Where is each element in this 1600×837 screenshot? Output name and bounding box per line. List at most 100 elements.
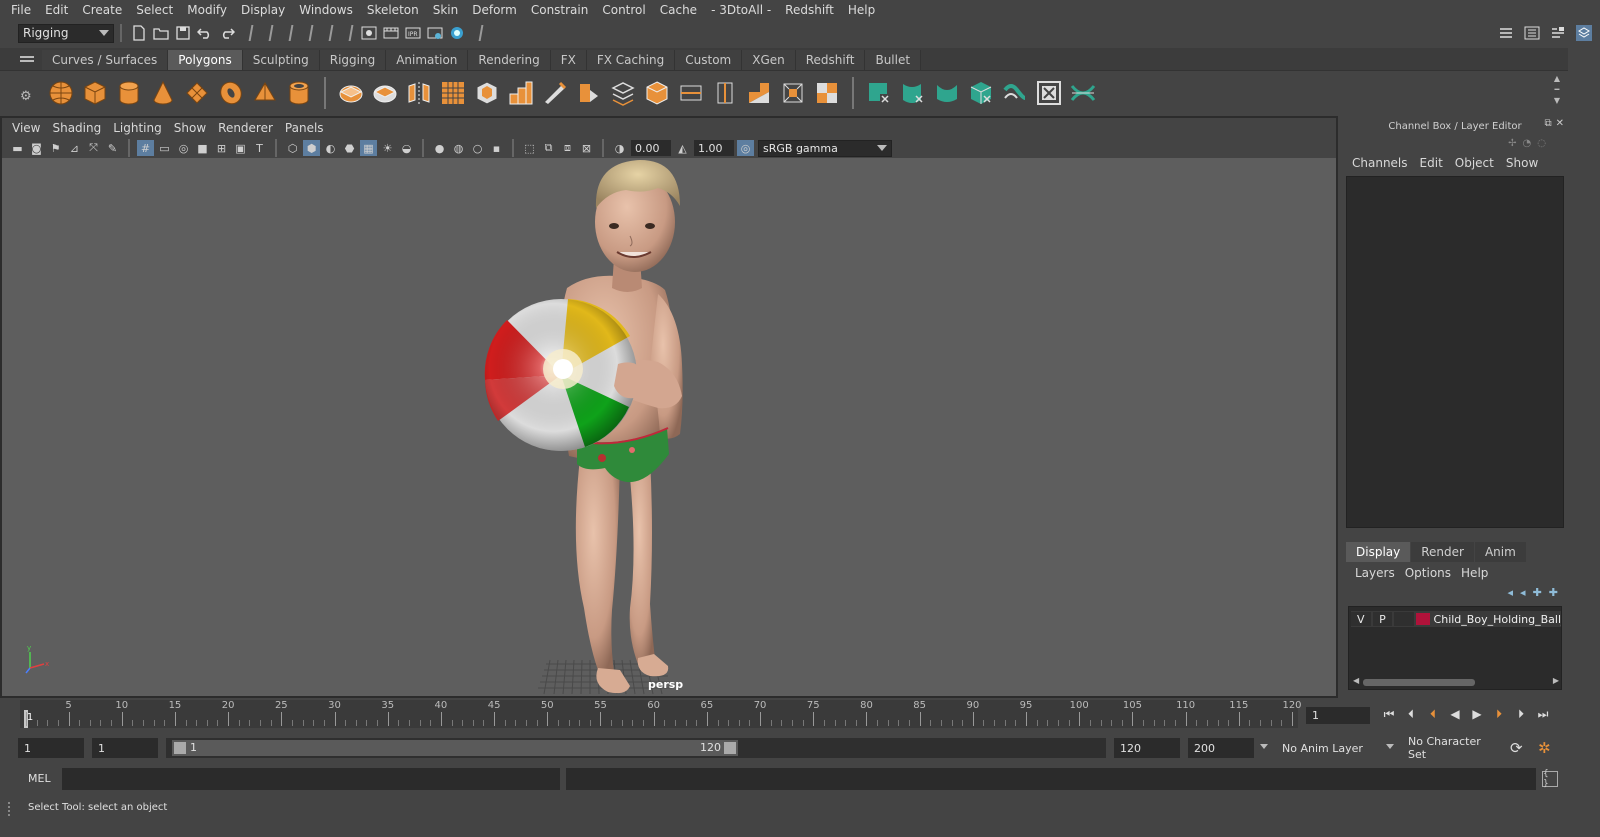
edge-loop-icon[interactable] [812,78,842,108]
shelf-tab-polygons[interactable]: Polygons [168,50,243,70]
section-toggle-icon[interactable] [302,25,314,41]
torus-icon[interactable] [216,78,246,108]
uv-auto-icon[interactable] [966,78,996,108]
play-backwards-icon[interactable]: ◀ [1446,705,1464,723]
gamma-icon[interactable]: ◭ [674,140,691,156]
shelf-tab-rendering[interactable]: Rendering [468,50,551,70]
shelf-tab-bullet[interactable]: Bullet [865,50,922,70]
channel-box-menu-channels[interactable]: Channels [1346,156,1414,170]
menu-create[interactable]: Create [75,0,129,20]
open-scene-icon[interactable] [151,23,171,43]
hypershade-icon[interactable] [447,23,467,43]
combine-icon[interactable] [336,78,366,108]
layer-display-type-toggle[interactable] [1394,612,1414,626]
chevron-right-icon[interactable]: ▶ [1553,676,1559,685]
layer-menu-layers[interactable]: Layers [1350,566,1400,580]
layer-playback-toggle[interactable]: P [1372,612,1393,626]
current-frame-field[interactable]: 1 [1306,707,1370,724]
shelf-tab-custom[interactable]: Custom [675,50,743,70]
new-scene-icon[interactable] [129,23,149,43]
section-toggle-icon[interactable] [322,25,334,41]
anim-layer-dropdown[interactable]: No Anim Layer [1276,738,1372,758]
scrollbar-thumb[interactable] [1363,679,1475,686]
viewport-menu-lighting[interactable]: Lighting [107,121,168,135]
attribute-editor-icon[interactable] [1523,23,1541,43]
layer-visibility-toggle[interactable]: V [1351,612,1371,626]
smooth-shade-icon[interactable]: ⬢ [303,140,320,156]
animation-start-field[interactable]: 1 [18,738,84,758]
step-back-frame-icon[interactable]: ⏴ [1402,705,1420,723]
new-layer-icon[interactable]: ✚ [1533,586,1542,599]
chevron-down-icon[interactable] [1260,744,1268,749]
close-icon[interactable]: ✕ [1556,118,1564,129]
image-plane-icon[interactable]: ⊿ [66,140,83,156]
xray-icon[interactable]: ⧉ [540,140,557,156]
gear-icon[interactable]: ⚙ [20,89,32,104]
field-chart-icon[interactable]: ⊞ [213,140,230,156]
2d-pan-zoom-icon[interactable]: ⤧ [85,140,102,156]
pyramid-icon[interactable] [250,78,280,108]
layer-tab-anim[interactable]: Anim [1474,542,1526,562]
script-language-toggle[interactable]: MEL [28,772,51,785]
select-camera-icon[interactable]: ▬ [9,140,26,156]
isolate-select-icon[interactable]: ⬚ [521,140,538,156]
range-end-handle[interactable] [724,742,736,754]
viewport-menu-renderer[interactable]: Renderer [212,121,279,135]
beach-ball-model[interactable] [484,299,637,451]
cube-icon[interactable] [80,78,110,108]
render-view-icon[interactable] [359,23,379,43]
motion-blur-icon[interactable]: ◍ [450,140,467,156]
section-toggle-icon[interactable] [262,25,274,41]
range-slider-fill[interactable] [172,740,738,756]
extrude-icon[interactable] [506,78,536,108]
grid-icon[interactable]: # [137,140,154,156]
mirror-icon[interactable] [404,78,434,108]
range-start-handle[interactable] [174,742,186,754]
uv-cylindrical-icon[interactable] [898,78,928,108]
safe-action-icon[interactable]: ▣ [232,140,249,156]
manipulator-icon[interactable]: ✢ [1508,138,1516,149]
layer-row[interactable]: V P Child_Boy_Holding_Ball_ [1351,611,1561,627]
smooth-icon[interactable] [438,78,468,108]
save-scene-icon[interactable] [173,23,193,43]
chevron-up-icon[interactable]: ▲ [1554,75,1560,83]
menu-3dtoall[interactable]: - 3DtoAll - [704,0,778,20]
grip-handle[interactable] [8,802,12,816]
shadows-icon[interactable]: ◒ [398,140,415,156]
chevron-down-icon[interactable] [1386,744,1394,749]
use-all-lights-icon[interactable]: ☀ [379,140,396,156]
command-input[interactable] [62,768,560,790]
section-toggle-icon[interactable] [472,25,484,41]
layer-menu-options[interactable]: Options [1400,566,1456,580]
pipe-icon[interactable] [284,78,314,108]
textured-icon[interactable]: ▦ [360,140,377,156]
channel-box-menu-show[interactable]: Show [1500,156,1544,170]
layer-tab-render[interactable]: Render [1411,542,1474,562]
bridge-icon[interactable] [540,78,570,108]
gate-mask-icon[interactable]: ■ [194,140,211,156]
gamma-field[interactable]: 1.00 [694,140,734,156]
menu-set-dropdown[interactable]: Rigging [18,23,114,43]
multicut-icon[interactable] [574,78,604,108]
viewport-menu-show[interactable]: Show [168,121,212,135]
step-back-key-icon[interactable]: ⏴ [1424,705,1442,723]
resolution-gate-icon[interactable]: ◎ [175,140,192,156]
channel-box-body[interactable] [1346,176,1564,528]
lighting-icon[interactable]: ◐ [322,140,339,156]
play-forwards-icon[interactable]: ▶ [1468,705,1486,723]
modeling-toolkit-icon[interactable] [1497,23,1515,43]
tool-settings-icon[interactable] [1549,23,1567,43]
go-to-start-icon[interactable]: ⏮ [1380,705,1398,723]
uv-layout-icon[interactable] [1034,78,1064,108]
xray-joints-icon[interactable]: ⧈ [559,140,576,156]
bookmark-icon[interactable]: ⚑ [47,140,64,156]
chevron-down-icon[interactable]: ▼ [1554,97,1560,105]
viewport-menu-shading[interactable]: Shading [46,121,107,135]
xray-components-icon[interactable]: ⊠ [578,140,595,156]
color-management-icon[interactable]: ◎ [737,140,754,156]
animation-preferences-icon[interactable]: ✲ [1538,739,1551,757]
shelf-scroll[interactable]: ▲ ━ ▼ [1554,75,1560,105]
step-forward-frame-icon[interactable]: ⏵ [1512,705,1530,723]
float-panel-icon[interactable]: ⧉ [1544,118,1551,129]
slice-icon[interactable] [676,78,706,108]
